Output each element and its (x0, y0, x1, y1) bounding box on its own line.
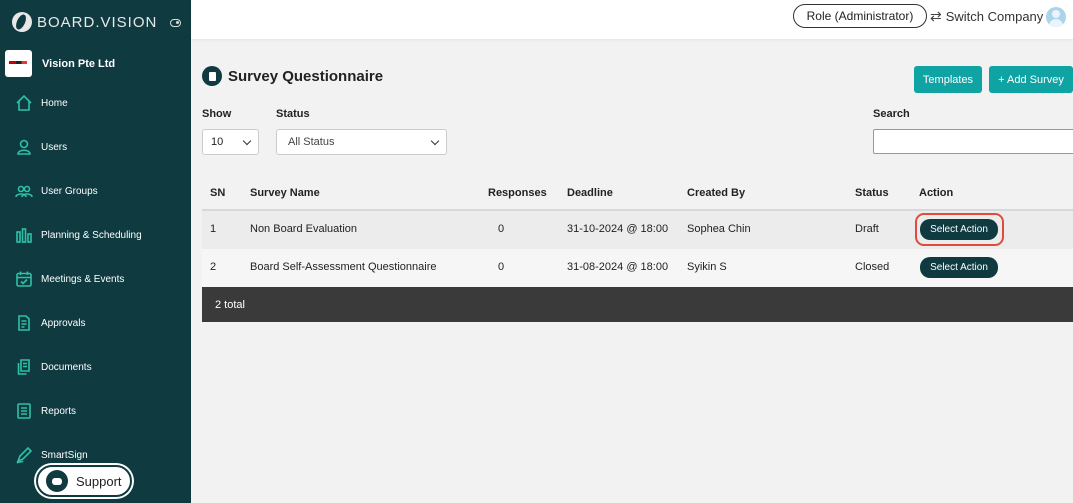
sidebar-item-label: Documents (41, 361, 92, 373)
cell-status: Draft (855, 223, 879, 235)
table-footer: 2 total (202, 287, 1073, 322)
select-action-button[interactable]: Select Action (920, 219, 998, 240)
select-action-button[interactable]: Select Action (920, 257, 998, 278)
survey-icon (202, 66, 222, 86)
sidebar-item-user-groups[interactable]: User Groups (0, 169, 191, 213)
sidebar-item-label: Home (41, 97, 68, 109)
header-action: Action (919, 187, 954, 199)
home-icon (15, 94, 33, 112)
sidebar-item-label: Approvals (41, 317, 86, 329)
brand-name: BOARD.VISION (37, 13, 158, 31)
header-survey-name[interactable]: Survey Name (250, 187, 320, 199)
sidebar-item-approvals[interactable]: Approvals (0, 301, 191, 345)
documents-icon (15, 358, 33, 376)
sidebar-item-label: Users (41, 141, 68, 153)
support-button[interactable]: Support (36, 465, 132, 497)
page-title-text: Survey Questionnaire (228, 67, 384, 85)
calendar-icon (15, 270, 33, 288)
company-logo (5, 50, 32, 77)
user-icon (15, 138, 33, 156)
sidebar-item-documents[interactable]: Documents (0, 345, 191, 389)
search-input[interactable] (873, 129, 1073, 154)
header-status[interactable]: Status (855, 187, 889, 199)
sidebar-item-meetings[interactable]: Meetings & Events (0, 257, 191, 301)
total-count: 2 total (215, 298, 245, 311)
sidebar-nav: Home Users User Groups Planning & Schedu… (0, 81, 191, 477)
header-sn[interactable]: SN (210, 187, 225, 199)
sidebar-item-planning[interactable]: Planning & Scheduling (0, 213, 191, 257)
brand-logo-icon (12, 12, 32, 32)
status-filter-value: All Status (288, 136, 335, 148)
top-header: Role (Administrator) ⇄ Switch Company (191, 0, 1073, 39)
cell-survey-name: Board Self-Assessment Questionnaire (250, 261, 437, 273)
cell-survey-name: Non Board Evaluation (250, 223, 358, 235)
bar-chart-icon (15, 226, 33, 244)
pen-icon (15, 446, 33, 464)
cell-deadline: 31-10-2024 @ 18:00 (567, 223, 669, 235)
table-row: 2 Board Self-Assessment Questionnaire 0 … (202, 249, 1073, 287)
sidebar-item-label: Reports (41, 405, 77, 417)
cell-created-by: Syikin S (687, 261, 727, 273)
sidebar-item-reports[interactable]: Reports (0, 389, 191, 433)
cell-deadline: 31-08-2024 @ 18:00 (567, 261, 669, 273)
add-survey-button[interactable]: + Add Survey (989, 66, 1073, 93)
swap-icon: ⇄ (930, 8, 942, 24)
users-icon (15, 182, 33, 200)
cell-responses: 0 (498, 223, 505, 235)
sidebar-toggle-icon[interactable] (170, 19, 181, 27)
sidebar-item-home[interactable]: Home (0, 81, 191, 125)
sidebar-item-label: User Groups (41, 185, 98, 197)
role-button[interactable]: Role (Administrator) (793, 4, 927, 28)
table-row: 1 Non Board Evaluation 0 31-10-2024 @ 18… (202, 211, 1073, 249)
cell-created-by: Sophea Chin (687, 223, 751, 235)
show-entries-select[interactable]: 10 (202, 129, 259, 155)
header-responses[interactable]: Responses (488, 187, 547, 199)
chevron-down-icon (242, 136, 252, 146)
show-entries-value: 10 (211, 136, 224, 148)
cell-responses: 0 (498, 261, 505, 273)
chevron-down-icon (430, 136, 440, 146)
cell-status: Closed (855, 261, 890, 273)
sidebar-item-users[interactable]: Users (0, 125, 191, 169)
table-header: SN Survey Name Responses Deadline Create… (202, 177, 1073, 211)
cell-sn: 2 (210, 261, 217, 273)
company-switcher[interactable]: Vision Pte Ltd (5, 50, 115, 77)
sidebar-item-label: Planning & Scheduling (41, 229, 142, 241)
switch-company-link[interactable]: ⇄ Switch Company (930, 8, 1043, 25)
search-label: Search (873, 108, 910, 120)
company-name: Vision Pte Ltd (42, 57, 116, 70)
sidebar-item-label: Meetings & Events (41, 273, 125, 285)
status-label: Status (276, 108, 310, 120)
list-icon (15, 402, 33, 420)
status-filter-select[interactable]: All Status (276, 129, 447, 155)
switch-company-label: Switch Company (945, 9, 1044, 24)
chat-icon (46, 470, 68, 492)
header-deadline[interactable]: Deadline (567, 187, 613, 199)
show-label: Show (202, 108, 232, 120)
sidebar-item-label: SmartSign (41, 449, 88, 461)
page-title: Survey Questionnaire (202, 66, 383, 86)
brand[interactable]: BOARD.VISION (12, 12, 157, 32)
support-label: Support (76, 473, 122, 489)
cell-sn: 1 (210, 223, 217, 235)
sidebar: BOARD.VISION Vision Pte Ltd Home Users U… (0, 0, 191, 503)
templates-button[interactable]: Templates (914, 66, 982, 93)
avatar[interactable] (1046, 7, 1066, 27)
header-created-by[interactable]: Created By (687, 187, 745, 199)
document-check-icon (15, 314, 33, 332)
survey-table: SN Survey Name Responses Deadline Create… (202, 177, 1073, 322)
